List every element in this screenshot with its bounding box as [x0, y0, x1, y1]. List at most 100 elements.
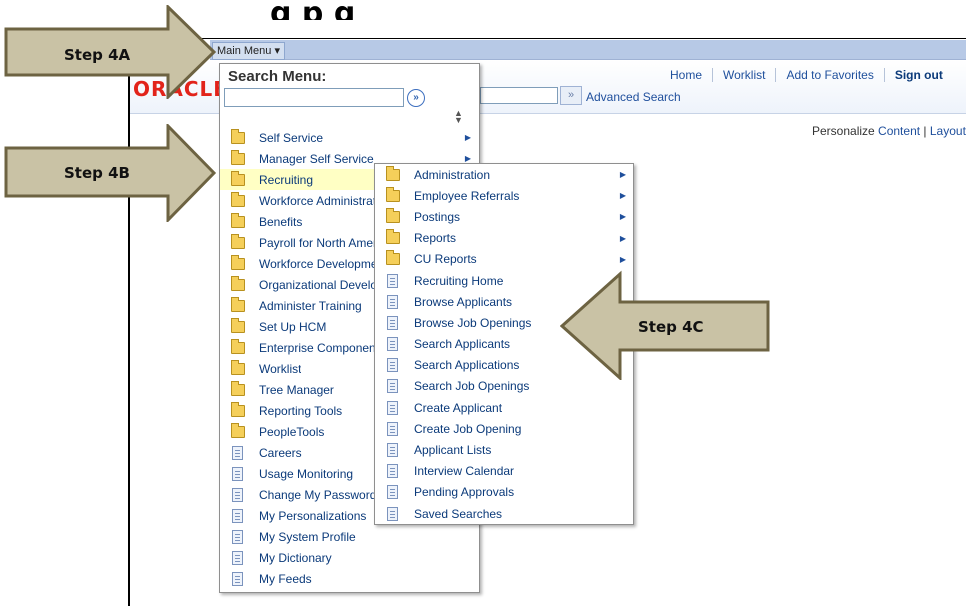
folder-icon [231, 317, 245, 333]
advanced-search-link[interactable]: Advanced Search [586, 90, 681, 104]
main-menu-item-label: My Feeds [259, 571, 312, 586]
recruiting-item-interview-calendar[interactable]: Interview Calendar [375, 461, 634, 482]
recruiting-item-applicant-lists[interactable]: Applicant Lists [375, 439, 634, 460]
recruiting-item-postings[interactable]: Postings ▶ [375, 206, 634, 227]
recruiting-item-create-applicant[interactable]: Create Applicant [375, 397, 634, 418]
step-4a-label: Step 4A [64, 46, 131, 64]
document-icon [387, 421, 398, 436]
step-4b-label: Step 4B [64, 164, 130, 182]
personalize-content-link[interactable]: Content [878, 124, 920, 138]
submenu-arrow-icon: ▶ [619, 212, 626, 222]
document-icon [387, 485, 398, 500]
folder-icon [231, 338, 245, 354]
recruiting-item-label: Pending Approvals [414, 485, 515, 500]
recruiting-item-pending-approvals[interactable]: Pending Approvals [375, 482, 634, 503]
recruiting-item-cu-reports[interactable]: CU Reports ▶ [375, 249, 634, 270]
sort-icon[interactable]: ▲ ▼ [454, 109, 463, 125]
header-search-go-button[interactable]: » [560, 86, 582, 105]
recruiting-item-label: Recruiting Home [414, 273, 504, 288]
nav-worklist-link[interactable]: Worklist [712, 68, 775, 82]
submenu-arrow-icon: ▶ [619, 254, 626, 264]
document-icon [387, 464, 398, 479]
step-4c-label: Step 4C [638, 318, 704, 336]
folder-icon [231, 233, 245, 249]
main-menu-item-label: Worklist [259, 361, 302, 376]
recruiting-item-employee-referrals[interactable]: Employee Referrals ▶ [375, 185, 634, 206]
recruiting-item-label: Employee Referrals [414, 188, 520, 203]
folder-icon [231, 380, 245, 396]
main-menu-item-label: Enterprise Components [259, 340, 386, 355]
folder-icon [231, 128, 245, 144]
folder-icon [231, 170, 245, 186]
recruiting-item-label: Search Job Openings [414, 379, 530, 394]
search-go-icon[interactable]: » [407, 89, 425, 107]
main-menu-item-my-feeds[interactable]: My Feeds [220, 568, 479, 589]
main-menu-item-label: Workforce Administration [259, 193, 393, 208]
folder-icon [386, 207, 400, 223]
main-menu-item-self-service[interactable]: Self Service ▶ [220, 127, 479, 148]
submenu-arrow-icon: ▶ [619, 170, 626, 180]
main-menu-item-label: Benefits [259, 214, 303, 229]
folder-icon [231, 191, 245, 207]
main-menu-item-label: Reporting Tools [259, 403, 343, 418]
document-icon [232, 466, 243, 481]
recruiting-item-label: Reports [414, 231, 457, 246]
top-menu-bar [210, 40, 966, 60]
main-menu-item-label: Administer Training [259, 298, 362, 313]
document-icon [232, 550, 243, 565]
main-menu-item-label: Manager Self Service [259, 151, 374, 166]
main-menu-button[interactable]: Main Menu ▾ [212, 42, 285, 60]
folder-icon [386, 186, 400, 202]
main-menu-item-my-dictionary[interactable]: My Dictionary [220, 547, 479, 568]
submenu-arrow-icon: ▶ [619, 191, 626, 201]
recruiting-item-label: Search Applications [414, 358, 520, 373]
main-menu-item-label: Careers [259, 445, 302, 460]
nav-add-favorites-link[interactable]: Add to Favorites [775, 68, 883, 82]
main-menu-item-label: Recruiting [259, 172, 314, 187]
document-icon [232, 487, 243, 502]
document-icon [387, 443, 398, 458]
document-icon [387, 506, 398, 521]
document-icon [232, 529, 243, 544]
header-search-input[interactable] [480, 87, 558, 104]
folder-icon [231, 254, 245, 270]
recruiting-item-administration[interactable]: Administration ▶ [375, 164, 634, 185]
main-menu-item-label: Set Up HCM [259, 319, 327, 334]
nav-sign-out-link[interactable]: Sign out [883, 68, 953, 82]
recruiting-item-label: CU Reports [414, 252, 477, 267]
submenu-arrow-icon: ▶ [619, 233, 626, 243]
recruiting-item-create-job-opening[interactable]: Create Job Opening [375, 418, 634, 439]
folder-icon [231, 212, 245, 228]
document-icon [387, 400, 398, 415]
recruiting-item-label: Browse Applicants [414, 294, 513, 309]
main-menu-item-label: PeopleTools [259, 424, 325, 439]
submenu-arrow-icon: ▶ [464, 133, 471, 142]
folder-icon [231, 359, 245, 375]
main-menu-item-label: Change My Password [259, 487, 377, 502]
recruiting-item-saved-searches[interactable]: Saved Searches [375, 503, 634, 524]
main-menu-item-label: My Dictionary [259, 550, 332, 565]
nav-home-link[interactable]: Home [660, 68, 712, 82]
recruiting-item-label: Applicant Lists [414, 443, 492, 458]
personalize-layout-link[interactable]: Layout [930, 124, 966, 138]
main-menu-item-label: My Personalizations [259, 508, 367, 523]
main-menu-item-label: Workforce Development [259, 256, 388, 271]
recruiting-item-label: Browse Job Openings [414, 315, 532, 330]
document-icon [232, 571, 243, 586]
folder-icon [231, 149, 245, 165]
folder-icon [231, 296, 245, 312]
recruiting-item-label: Create Job Opening [414, 421, 522, 436]
recruiting-item-reports[interactable]: Reports ▶ [375, 228, 634, 249]
main-menu-item-label: Tree Manager [259, 382, 334, 397]
recruiting-item-label: Saved Searches [414, 506, 503, 521]
folder-icon [386, 165, 400, 181]
main-menu-item-label: My System Profile [259, 529, 356, 544]
personalize-links: Personalize Content | Layout [812, 124, 966, 138]
main-menu-item-label: Usage Monitoring [259, 466, 354, 481]
document-icon [232, 445, 243, 460]
recruiting-item-label: Administration [414, 167, 491, 182]
document-icon [387, 379, 398, 394]
document-icon [387, 337, 398, 352]
search-menu-input[interactable] [224, 88, 404, 107]
main-menu-item-my-system-profile[interactable]: My System Profile [220, 526, 479, 547]
